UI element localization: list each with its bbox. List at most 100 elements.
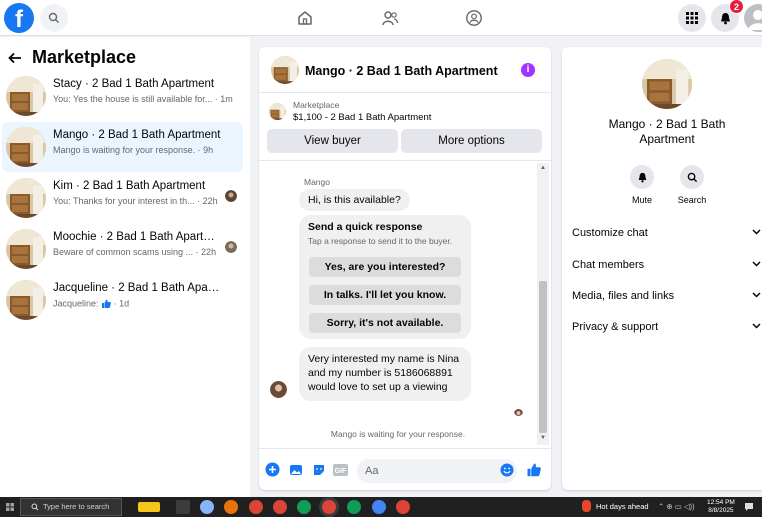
clock[interactable]: 12:54 PM 8/8/2025 <box>707 499 735 515</box>
message-bubble: Very interested my name is Nina and my n… <box>299 347 471 401</box>
more-options-button[interactable]: More options <box>401 129 542 153</box>
copilot-sparkle-icon[interactable] <box>138 502 160 512</box>
chrome-icon[interactable] <box>372 500 386 514</box>
chevron-down-icon <box>752 292 761 298</box>
facebook-logo[interactable]: f <box>4 3 34 33</box>
system-tray-icons[interactable]: ⌃ ⊕ ▭ ◁)) <box>658 502 695 511</box>
weather-text[interactable]: Hot days ahead <box>596 502 649 511</box>
menu-button[interactable] <box>678 4 706 32</box>
buyer-avatar <box>225 190 237 202</box>
windows-start-icon[interactable] <box>6 503 14 511</box>
photo-icon[interactable] <box>288 462 303 477</box>
mute-button[interactable]: Mute <box>617 165 667 205</box>
waiting-status: Mango is waiting for your response. <box>330 429 466 439</box>
message-scrollbar[interactable]: ▲ ▼ <box>537 163 549 445</box>
conversation-item-active[interactable]: Mango · 2 Bad 1 Bath Apartment Mango is … <box>2 122 243 172</box>
listing-thumbnail[interactable] <box>642 59 692 109</box>
notification-badge: 2 <box>729 0 744 14</box>
profile-avatar[interactable] <box>744 4 762 32</box>
chrome-icon[interactable] <box>273 500 287 514</box>
conversation-item[interactable]: Stacy · 2 Bad 1 Bath Apartment You: Yes … <box>2 71 243 121</box>
chat-members-section[interactable]: Chat members <box>572 259 762 279</box>
search-icon <box>680 165 704 189</box>
chat-details-panel: Mango · 2 Bad 1 Bath Apartment Mute Sear… <box>562 47 762 490</box>
home-icon <box>298 11 312 25</box>
conversation-snippet: Jacqueline: · 1d <box>53 298 233 309</box>
conversation-snippet: You: Yes the house is still available fo… <box>53 94 233 104</box>
view-buyer-button[interactable]: View buyer <box>267 129 398 153</box>
chrome-icon-active[interactable] <box>322 500 336 514</box>
groups-icon <box>466 10 482 26</box>
conversation-item[interactable]: Kim · 2 Bad 1 Bath Apartment You: Thanks… <box>2 173 243 223</box>
thumbs-up-icon <box>102 299 111 309</box>
conversation-item[interactable]: Jacqueline · 2 Bad 1 Bath Apartment Jacq… <box>2 275 243 325</box>
add-icon[interactable] <box>265 462 280 477</box>
app-icon[interactable] <box>200 500 214 514</box>
info-icon[interactable]: i <box>521 63 535 77</box>
conversation-item[interactable]: Moochie · 2 Bad 1 Bath Apartme... Beware… <box>2 224 243 274</box>
chevron-down-icon <box>752 261 761 267</box>
quick-response-option[interactable]: In talks. I'll let you know. <box>309 285 461 305</box>
seen-avatar <box>514 407 523 416</box>
listing-price[interactable]: $1,100 - 2 Bad 1 Bath Apartment <box>293 112 431 123</box>
page-title: Marketplace <box>32 47 137 67</box>
details-title: Mango · 2 Bad 1 Bath Apartment <box>608 117 726 146</box>
chrome-icon[interactable] <box>347 500 361 514</box>
sender-name: Mango <box>304 177 330 187</box>
task-view-icon[interactable] <box>176 500 190 514</box>
windows-taskbar: Type here to search Hot days ahead ⌃ ⊕ ▭… <box>0 497 762 517</box>
snippet-sender: Jacqueline: <box>53 298 99 309</box>
section-label: Customize chat <box>572 227 648 239</box>
message-thread: Mango Hi, is this available? Send a quic… <box>259 161 551 449</box>
scroll-up-arrow[interactable]: ▲ <box>540 165 546 171</box>
customize-chat-section[interactable]: Customize chat <box>572 227 762 247</box>
privacy-support-section[interactable]: Privacy & support <box>572 321 762 341</box>
media-files-links-section[interactable]: Media, files and links <box>572 290 762 310</box>
listing-thumbnail <box>6 280 46 320</box>
buyer-avatar <box>270 381 287 398</box>
conversation-title: Moochie · 2 Bad 1 Bath Apartme... <box>53 231 223 243</box>
friends-nav-button[interactable] <box>376 4 404 32</box>
app-icon[interactable] <box>224 500 238 514</box>
conversation-snippet: Mango is waiting for your response. · 9h <box>53 145 214 155</box>
chrome-icon[interactable] <box>297 500 311 514</box>
quick-response-option[interactable]: Sorry, it's not available. <box>309 313 461 333</box>
message-input[interactable]: Aa <box>357 459 517 483</box>
gif-label: GIF <box>335 468 347 475</box>
scroll-down-arrow[interactable]: ▼ <box>540 435 546 441</box>
search-icon <box>31 503 39 511</box>
chat-window: Mango · 2 Bad 1 Bath Apartment i Marketp… <box>259 47 551 490</box>
section-label: Chat members <box>572 259 645 271</box>
bell-icon <box>720 12 730 24</box>
buyer-avatar <box>225 241 237 253</box>
gif-icon[interactable]: GIF <box>333 462 348 477</box>
search-label: Search <box>677 195 707 205</box>
grid-menu-icon <box>686 12 698 24</box>
listing-thumbnail <box>6 76 46 116</box>
notification-center-icon[interactable] <box>744 502 754 512</box>
thumbs-up-send-icon[interactable] <box>526 462 541 477</box>
quick-response-option[interactable]: Yes, are you interested? <box>309 257 461 277</box>
conversation-title: Kim · 2 Bad 1 Bath Apartment <box>53 180 206 192</box>
chrome-icon[interactable] <box>396 500 410 514</box>
home-nav-button[interactable] <box>291 4 319 32</box>
back-arrow-icon[interactable] <box>8 52 22 64</box>
message-bubble: Hi, is this available? <box>299 189 410 211</box>
chat-title[interactable]: Mango · 2 Bad 1 Bath Apartment <box>305 64 498 78</box>
mute-label: Mute <box>631 195 652 205</box>
search-conversation-button[interactable]: Search <box>667 165 717 205</box>
conversation-snippet: You: Thanks for your interest in th... ·… <box>53 196 218 206</box>
time: 12:54 PM <box>707 499 735 506</box>
marketplace-listing-card: Marketplace $1,100 - 2 Bad 1 Bath Apartm… <box>259 93 551 161</box>
quick-response-subtitle: Tap a response to send it to the buyer. <box>308 236 453 246</box>
emoji-icon[interactable] <box>499 462 514 477</box>
groups-nav-button[interactable] <box>460 4 488 32</box>
search-button[interactable] <box>40 4 68 32</box>
conversation-snippet: Beware of common scams using ... · 22h <box>53 247 217 257</box>
weather-icon[interactable] <box>582 500 591 512</box>
scroll-thumb[interactable] <box>539 281 547 433</box>
chrome-icon[interactable] <box>249 500 263 514</box>
listing-thumbnail[interactable] <box>271 56 299 84</box>
conversation-title: Mango · 2 Bad 1 Bath Apartment <box>53 129 221 141</box>
sticker-icon[interactable] <box>311 462 326 477</box>
